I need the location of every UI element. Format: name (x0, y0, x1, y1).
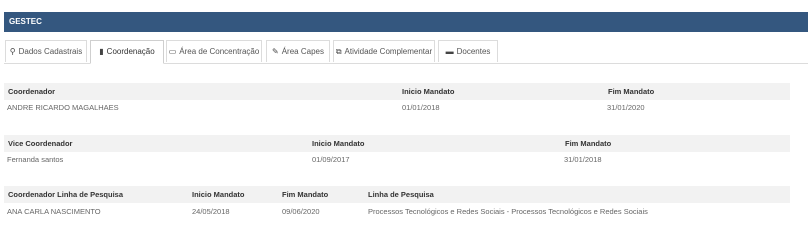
app-header-bar: GESTEC (4, 12, 808, 32)
edit-icon: ✎ (272, 47, 279, 56)
tab-area-capes[interactable]: ✎ Área Capes (266, 40, 330, 62)
tab-bar: ⚲ Dados Cadastrais ▮ Coordenação ▭ Área de … (4, 40, 808, 64)
tab-label: Área Capes (281, 47, 324, 56)
col-header-fim-mandato: Fim Mandato (282, 190, 329, 199)
fim-mandato-value: 09/06/2020 (282, 207, 320, 216)
linha-de-pesquisa-value: Processos Tecnológicos e Redes Sociais -… (368, 207, 648, 216)
linha-pesquisa-table-header: Coordenador Linha de Pesquisa Inicio Man… (4, 186, 790, 203)
inicio-mandato-value: 01/09/2017 (312, 155, 350, 164)
briefcase-icon: ▬ (445, 47, 454, 56)
tab-coordenacao[interactable]: ▮ Coordenação (90, 40, 164, 64)
fim-mandato-value: 31/01/2020 (607, 103, 645, 112)
folder-icon: ▭ (168, 47, 177, 56)
coordenador-name: ANDRE RICARDO MAGALHAES (7, 103, 119, 112)
tab-label: Área de Concentração (179, 47, 260, 56)
tab-label: Docentes (456, 47, 491, 56)
col-header-coordenador: Coordenador (8, 87, 56, 96)
tab-docentes[interactable]: ▬ Docentes (438, 40, 498, 62)
vice-coordenador-table-header: Vice Coordenador Inicio Mandato Fim Mand… (4, 135, 790, 152)
col-header-fim-mandato: Fim Mandato (565, 139, 612, 148)
tab-atividade-complementar[interactable]: ⧉ Atividade Complementar (333, 40, 435, 62)
book-icon: ▮ (99, 47, 104, 56)
col-header-inicio-mandato: Inicio Mandato (402, 87, 455, 96)
col-header-coordenador-linha: Coordenador Linha de Pesquisa (8, 190, 124, 199)
tab-label: Coordenação (106, 47, 155, 56)
col-header-fim-mandato: Fim Mandato (608, 87, 655, 96)
coordenador-linha-name: ANA CARLA NASCIMENTO (7, 207, 101, 216)
col-header-vice-coordenador: Vice Coordenador (8, 139, 73, 148)
col-header-inicio-mandato: Inicio Mandato (192, 190, 245, 199)
app-title: GESTEC (9, 17, 42, 26)
col-header-linha-de-pesquisa: Linha de Pesquisa (368, 190, 434, 199)
tab-label: Atividade Complementar (344, 47, 433, 56)
coordenador-table-header: Coordenador Inicio Mandato Fim Mandato (4, 83, 790, 100)
tab-area-de-concentracao[interactable]: ▭ Área de Concentração (166, 40, 262, 62)
map-marker-icon: ⚲ (9, 47, 16, 56)
inicio-mandato-value: 24/05/2018 (192, 207, 230, 216)
clone-icon: ⧉ (335, 47, 342, 56)
vice-coordenador-name: Fernanda santos (7, 155, 64, 164)
table-row: ANDRE RICARDO MAGALHAES 01/01/2018 31/01… (4, 101, 790, 115)
tab-dados-cadastrais[interactable]: ⚲ Dados Cadastrais (5, 40, 87, 62)
table-row: ANA CARLA NASCIMENTO 24/05/2018 09/06/20… (4, 205, 790, 219)
col-header-inicio-mandato: Inicio Mandato (312, 139, 365, 148)
tab-label: Dados Cadastrais (18, 47, 83, 56)
inicio-mandato-value: 01/01/2018 (402, 103, 440, 112)
fim-mandato-value: 31/01/2018 (564, 155, 602, 164)
table-row: Fernanda santos 01/09/2017 31/01/2018 (4, 153, 790, 167)
